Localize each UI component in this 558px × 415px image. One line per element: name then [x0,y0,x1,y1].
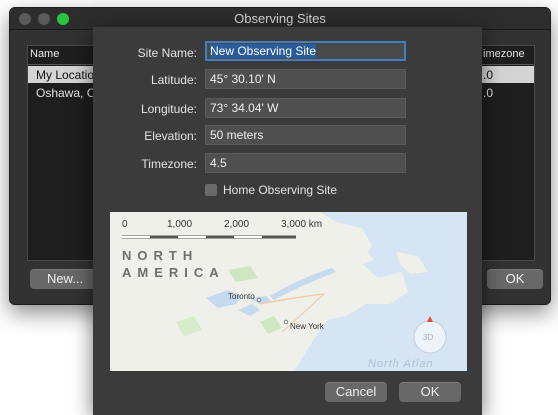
scale-label: 3,000 km [281,219,323,230]
site-name-field[interactable]: New Observing Site [205,41,406,61]
site-name-cell: My Location [36,68,101,82]
timezone-field[interactable]: 4.5 [205,153,406,173]
city-label: New York [290,322,324,331]
site-timezone-cell: .0 [483,86,494,100]
map-graphic [110,212,467,371]
latitude-field[interactable]: 45° 30.10' N [205,69,406,89]
site-name-value: New Observing Site [210,44,317,58]
window-ok-button[interactable]: OK [487,269,543,289]
elevation-field[interactable]: 50 meters [205,125,406,145]
elevation-label: Elevation: [144,129,197,143]
window-title: Observing Sites [234,11,326,26]
site-timezone-cell: .0 [483,68,494,82]
longitude-field[interactable]: 73° 34.04' W [205,98,406,118]
home-site-label[interactable]: Home Observing Site [223,183,337,197]
site-name-label: Site Name: [137,46,197,60]
scale-label: 1,000 [167,219,193,230]
ok-button[interactable]: OK [399,382,461,402]
latitude-label: Latitude: [150,73,197,87]
continent-label: NORTH AMERICA [122,248,225,280]
ocean-label: North Atlan [368,358,434,370]
longitude-label: Longitude: [140,102,197,116]
column-header-timezone[interactable]: imezone [483,48,525,60]
compass-3d-button[interactable]: 3D [423,333,433,342]
new-site-button[interactable]: New... [30,269,100,289]
location-map[interactable]: 0 1,000 2,000 3,000 km NORTH AMERICA Tor… [110,212,467,371]
column-header-name[interactable]: Name [30,48,59,60]
scale-label: 0 [122,219,128,230]
new-site-sheet: Site Name: New Observing Site Latitude: … [93,27,482,415]
city-label: Toronto [228,292,255,301]
cancel-button[interactable]: Cancel [325,382,387,402]
scale-label: 2,000 [224,219,250,230]
home-site-checkbox[interactable] [205,184,217,196]
timezone-label: Timezone: [141,157,197,171]
